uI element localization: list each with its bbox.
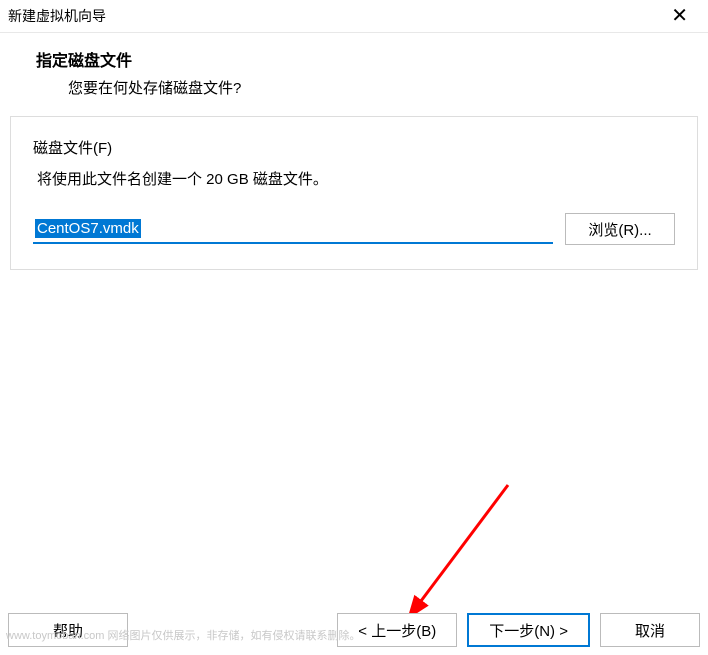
page-title: 指定磁盘文件 — [36, 47, 688, 71]
help-button[interactable]: 帮助 — [8, 613, 128, 647]
title-bar: 新建虚拟机向导 ✕ — [0, 0, 708, 33]
next-button[interactable]: 下一步(N) > — [467, 613, 590, 647]
wizard-footer: 帮助 < 上一步(B) 下一步(N) > 取消 — [8, 613, 700, 647]
disk-file-description: 将使用此文件名创建一个 20 GB 磁盘文件。 — [33, 168, 675, 189]
disk-file-value: CentOS7.vmdk — [35, 219, 141, 238]
page-subtitle: 您要在何处存储磁盘文件? — [36, 77, 688, 98]
cancel-button[interactable]: 取消 — [600, 613, 700, 647]
wizard-header: 指定磁盘文件 您要在何处存储磁盘文件? — [0, 33, 708, 116]
content-panel: 磁盘文件(F) 将使用此文件名创建一个 20 GB 磁盘文件。 CentOS7.… — [10, 116, 698, 270]
browse-button[interactable]: 浏览(R)... — [565, 213, 675, 245]
disk-file-input[interactable]: CentOS7.vmdk — [33, 214, 553, 244]
back-button[interactable]: < 上一步(B) — [337, 613, 457, 647]
close-icon[interactable]: ✕ — [663, 6, 696, 26]
file-input-row: CentOS7.vmdk 浏览(R)... — [33, 213, 675, 245]
disk-file-label: 磁盘文件(F) — [33, 137, 675, 158]
arrow-annotation-icon — [398, 475, 518, 615]
window-title: 新建虚拟机向导 — [8, 6, 106, 26]
